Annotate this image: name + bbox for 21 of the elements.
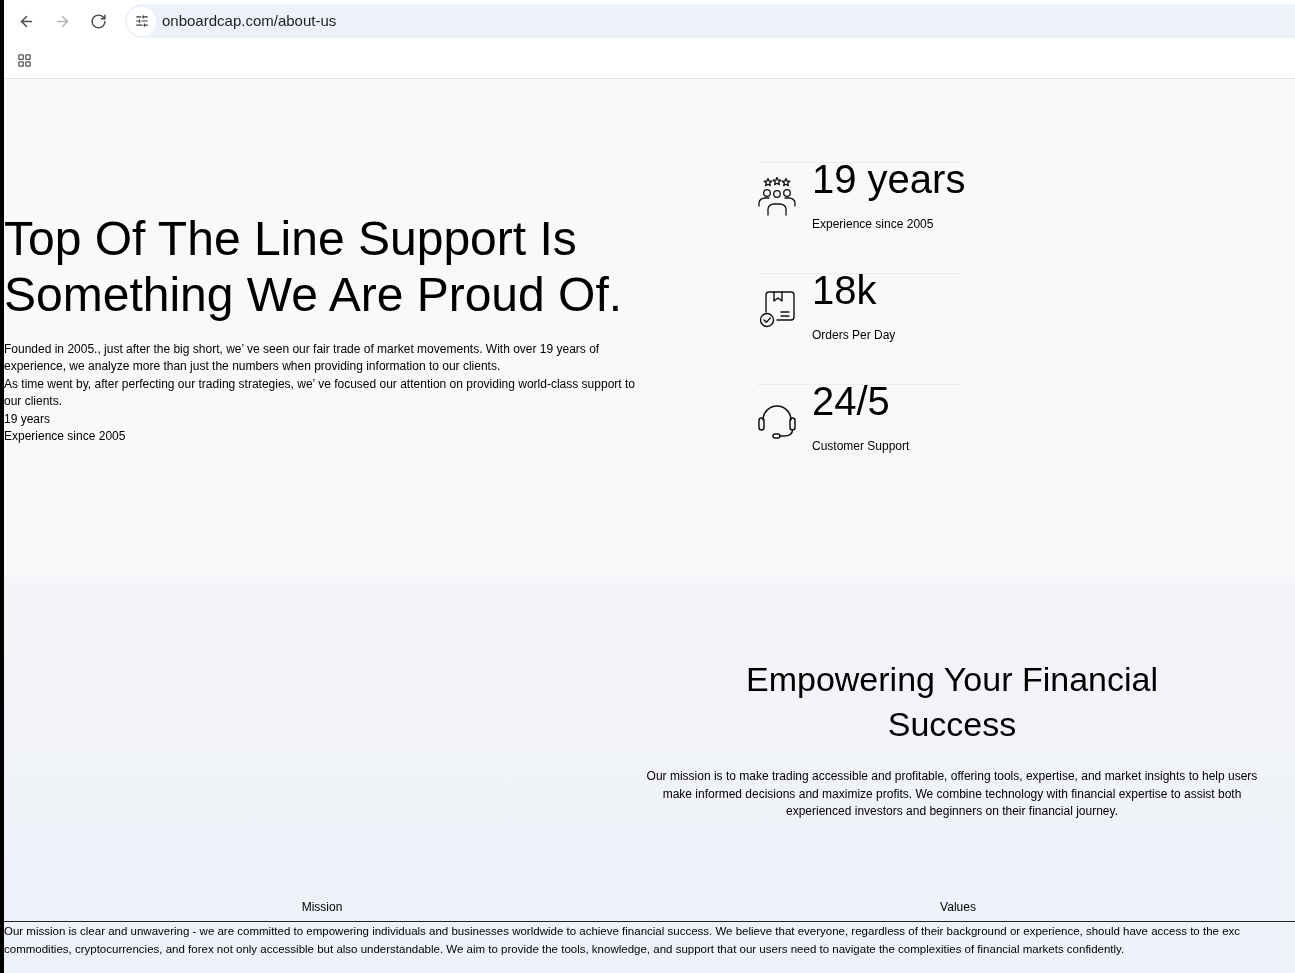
stat-label: Experience since 2005 [812,215,934,233]
stat-value: 24/5 [812,380,890,421]
stat-value: 18k [812,269,877,310]
site-info-icon[interactable] [134,14,149,28]
stat-label: Orders Per Day [812,326,896,344]
about-paragraph: Founded in 2005., just after the big short, we’ ve seen our fair trade of market movements. With over 19 years of experience, we analyze more than just the numbers when providing information to our clients. [4,340,601,375]
stat-label: Customer Support [812,437,910,455]
section-heading: Empowering Your Financial Success [745,659,1159,745]
tab[interactable]: Values [936,898,980,915]
tab[interactable]: Mission [297,898,347,915]
stat-label-text: Experience since 2005 [4,428,126,445]
apps-grid-icon[interactable] [17,52,32,68]
reload-icon[interactable] [89,12,107,30]
stat-value-text: 19 years [4,410,51,428]
address-bar[interactable]: onboardcap.com/about-us [125,4,1295,38]
about-heading: Top Of The Line Support Is Something We Are Proud Of. [4,210,624,323]
people-stars-icon [757,176,797,217]
tab-panel-text: Our mission is clear and unwavering - we are committed to empowering individuals and businesses worldwide to achieve financial success. We believe that everyone, regardless of their background or experience, should have access to the exc commodities, cryptocurrencies, and forex not only accessible but also understandable. We aim to provide the tools, knowledge, and support that our users need to navigate the complexities of financial markets confidently. [4,923,1241,957]
about-paragraph: As time went by, after perfecting our trading strategies, we’ ve focused our attention on providing world-class support to our clients. [4,375,636,410]
mission-paragraph: Our mission is to make trading accessible and profitable, offering tools, expertise, and market insights to help users make informed decisions and maximize profits. We combine technology with financial expertise to assist both experienced investors and beginners on their financial journey. [645,768,1259,820]
stat-value: 19 years [812,158,966,199]
